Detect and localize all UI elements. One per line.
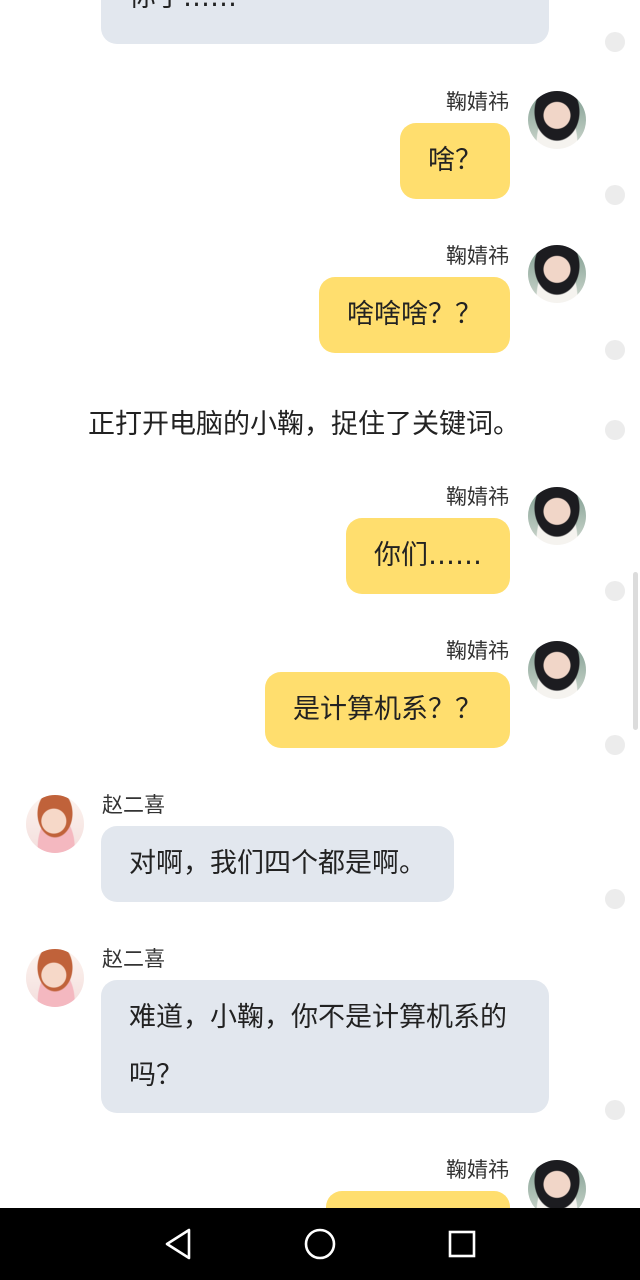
home-circle-icon — [304, 1228, 336, 1260]
sender-name: 赵二喜 — [102, 947, 165, 971]
message-bubble-other[interactable]: 你了…… — [101, 0, 549, 44]
scrollbar[interactable] — [633, 572, 638, 730]
avatar[interactable] — [528, 487, 586, 545]
sender-name: 鞠婧祎 — [446, 1158, 509, 1182]
sender-name: 鞠婧祎 — [446, 90, 509, 114]
select-indicator[interactable] — [605, 340, 625, 360]
sender-name: 赵二喜 — [102, 793, 165, 817]
avatar[interactable] — [26, 949, 84, 1007]
narration-text: 正打开电脑的小鞠，捉住了关键词。 — [88, 409, 520, 440]
avatar[interactable] — [528, 91, 586, 149]
select-indicator[interactable] — [605, 420, 625, 440]
avatar[interactable] — [528, 245, 586, 303]
message-bubble-self[interactable] — [326, 1191, 510, 1208]
select-indicator[interactable] — [605, 581, 625, 601]
sender-name: 鞠婧祎 — [446, 639, 509, 663]
navigation-bar — [0, 1208, 640, 1280]
select-indicator[interactable] — [605, 32, 625, 52]
message-bubble-other[interactable]: 难道，小鞠，你不是计算机系的吗？ — [101, 980, 549, 1113]
select-indicator[interactable] — [605, 735, 625, 755]
message-bubble-self[interactable]: 是计算机系？？ — [265, 672, 510, 748]
home-button[interactable] — [288, 1208, 352, 1280]
message-bubble-other[interactable]: 对啊，我们四个都是啊。 — [101, 826, 454, 902]
sender-name: 鞠婧祎 — [446, 485, 509, 509]
back-button[interactable] — [146, 1208, 210, 1280]
select-indicator[interactable] — [605, 185, 625, 205]
message-bubble-self[interactable]: 啥啥啥？？ — [319, 277, 510, 353]
chat-list[interactable]: 你了…… 鞠婧祎 啥？ 鞠婧祎 啥啥啥？？ 正打开电脑的小鞠，捉住了关键词。 鞠… — [0, 0, 640, 1208]
recents-square-icon — [448, 1230, 476, 1258]
recents-button[interactable] — [430, 1208, 494, 1280]
message-bubble-self[interactable]: 你们…… — [346, 518, 510, 594]
select-indicator[interactable] — [605, 889, 625, 909]
select-indicator[interactable] — [605, 1100, 625, 1120]
avatar[interactable] — [26, 795, 84, 853]
sender-name: 鞠婧祎 — [446, 244, 509, 268]
avatar[interactable] — [528, 641, 586, 699]
back-triangle-icon — [165, 1228, 191, 1260]
avatar[interactable] — [528, 1160, 586, 1208]
message-bubble-self[interactable]: 啥？ — [400, 123, 510, 199]
